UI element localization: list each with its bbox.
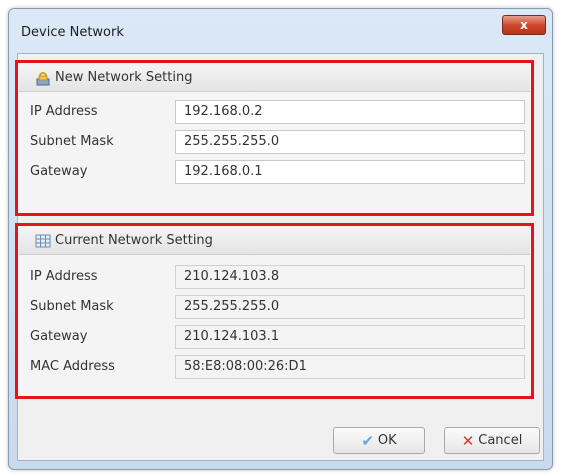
- close-button[interactable]: x: [502, 15, 546, 35]
- cur-mac-label: MAC Address: [30, 359, 115, 374]
- cur-subnet-label: Subnet Mask: [30, 299, 114, 314]
- cancel-label: Cancel: [478, 433, 523, 448]
- x-cancel-icon: ✕: [461, 431, 475, 450]
- cur-subnet-row: Subnet Mask 255.255.255.0: [18, 295, 531, 319]
- new-gateway-input[interactable]: 192.168.0.1: [175, 160, 525, 184]
- new-network-title: New Network Setting: [55, 70, 193, 85]
- new-subnet-input[interactable]: 255.255.255.0: [175, 130, 525, 154]
- cur-subnet-field: 255.255.255.0: [175, 295, 525, 319]
- current-network-title: Current Network Setting: [55, 233, 213, 248]
- ok-button[interactable]: ✔ OK: [333, 427, 425, 454]
- new-network-header: New Network Setting: [19, 64, 530, 92]
- cur-gateway-field: 210.124.103.1: [175, 325, 525, 349]
- new-ip-label: IP Address: [30, 104, 98, 119]
- cur-gateway-row: Gateway 210.124.103.1: [18, 325, 531, 349]
- cur-ip-row: IP Address 210.124.103.8: [18, 265, 531, 289]
- network-lock-icon: [35, 70, 51, 86]
- ok-label: OK: [377, 433, 397, 448]
- new-network-group: New Network Setting IP Address 192.168.0…: [15, 60, 534, 216]
- cancel-button[interactable]: ✕ Cancel: [444, 427, 540, 454]
- cur-mac-field: 58:E8:08:00:26:D1: [175, 355, 525, 379]
- title-bar[interactable]: Device Network x: [9, 9, 552, 53]
- new-subnet-label: Subnet Mask: [30, 134, 114, 149]
- cur-gateway-label: Gateway: [30, 329, 88, 344]
- new-gateway-label: Gateway: [30, 164, 88, 179]
- close-icon: x: [520, 18, 528, 32]
- cur-ip-field: 210.124.103.8: [175, 265, 525, 289]
- grid-table-icon: [35, 233, 51, 249]
- current-network-header: Current Network Setting: [19, 227, 530, 255]
- cur-ip-label: IP Address: [30, 269, 98, 284]
- new-ip-input[interactable]: 192.168.0.2: [175, 100, 525, 124]
- cur-mac-row: MAC Address 58:E8:08:00:26:D1: [18, 355, 531, 379]
- new-subnet-row: Subnet Mask 255.255.255.0: [18, 130, 531, 154]
- checkmark-icon: ✔: [361, 431, 374, 450]
- window-title: Device Network: [21, 25, 124, 40]
- new-gateway-row: Gateway 192.168.0.1: [18, 160, 531, 184]
- new-ip-row: IP Address 192.168.0.2: [18, 100, 531, 124]
- current-network-group: Current Network Setting IP Address 210.1…: [15, 223, 534, 399]
